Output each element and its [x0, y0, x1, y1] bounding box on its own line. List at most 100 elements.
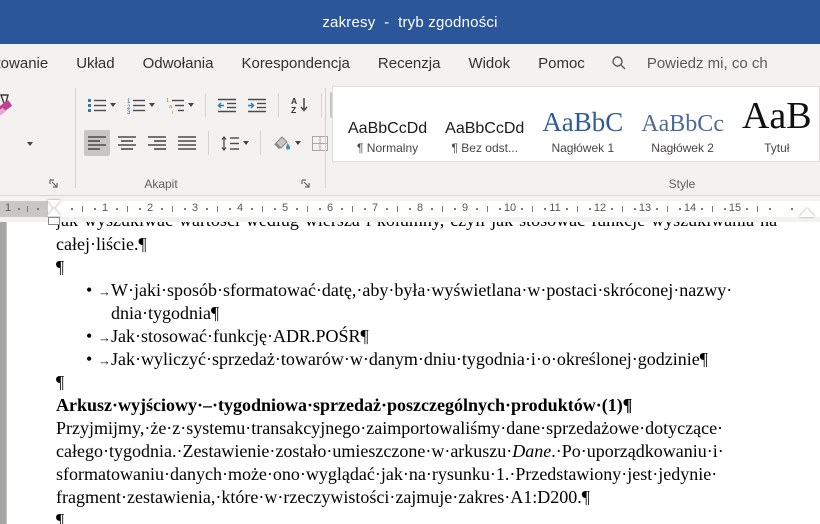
title-bar: zakresy - tryb zgodności	[0, 0, 820, 44]
style-label: ¶ Normalny	[357, 141, 419, 155]
ribbon-tab-recenzja[interactable]: Recenzja	[364, 55, 455, 72]
button-divider	[208, 131, 209, 155]
style-sample: AaBbCcDd	[348, 120, 428, 137]
ruler-tick	[139, 208, 141, 210]
first-line-indent-marker[interactable]	[47, 200, 61, 208]
akapit-dialog-launcher[interactable]	[300, 177, 314, 191]
ruler-number: 3	[191, 202, 199, 214]
ruler-tick	[82, 206, 83, 212]
multilevel-list-button[interactable]: 1ai	[162, 92, 197, 118]
ruler-tick	[71, 208, 73, 210]
ribbon: 1231aiAZ¶ Akapit AaBbCcDd¶ NormalnyAaBbC…	[0, 82, 820, 196]
text-segment: Arkusz·wyjściowy·–·tygodniowa·sprzedaż·p…	[56, 395, 633, 415]
ruler-tick	[487, 206, 488, 212]
group-divider	[325, 88, 326, 188]
document-page[interactable]: jak·wyszukiwać·wartości·według·wiersza·i…	[6, 222, 820, 524]
ruler-tick	[172, 206, 173, 212]
align-center-button[interactable]	[114, 130, 140, 156]
numbered-list-button[interactable]: 123	[123, 92, 158, 118]
bullet-list-line[interactable]: • →Jak·wyliczyć·sprzedaż·towarów·w·danym·…	[56, 348, 820, 371]
ruler-tick	[746, 208, 748, 210]
ruler-number: 15	[728, 202, 742, 214]
heading-line[interactable]: Arkusz·wyjściowy·–·tygodniowa·sprzedaż·p…	[56, 394, 820, 417]
text-line[interactable]: ¶	[56, 509, 820, 524]
ribbon-tab-widok[interactable]: Widok	[454, 55, 524, 72]
ruler-tick	[712, 206, 713, 212]
ribbon-tab-odwołania[interactable]: Odwołania	[129, 55, 228, 72]
clear-formatting-icon[interactable]	[0, 94, 17, 125]
text-line[interactable]: sformatowaniu·danych·może·ono·wyglądać·j…	[56, 463, 820, 486]
style-item-nagłówek1[interactable]: AaBbC Nagłówek 1	[533, 87, 632, 161]
justify-button[interactable]	[174, 130, 200, 156]
ribbon-tab-korespondencja[interactable]: Korespondencja	[227, 55, 363, 72]
shading-button[interactable]	[269, 130, 304, 156]
ruler-tick	[577, 206, 578, 212]
ruler-tick	[217, 206, 218, 212]
ribbon-tab-układ[interactable]: Układ	[62, 55, 128, 72]
ruler-tick	[161, 208, 163, 210]
ruler-number: 11	[549, 202, 561, 214]
style-label: ¶ Bez odst...	[451, 141, 518, 155]
tell-me-search[interactable]: Powiedz mi, co ch	[611, 55, 768, 72]
bullet-list-line[interactable]: dnia·tygodnia¶	[56, 302, 820, 325]
align-center-icon	[117, 135, 137, 151]
style-item-bezodst[interactable]: AaBbCcDd ¶ Bez odst...	[436, 87, 533, 161]
ruler-margin-number: 1	[4, 202, 12, 214]
text-line[interactable]: całej·liście.¶	[56, 233, 820, 256]
ruler-tick	[206, 208, 208, 210]
ruler-tick	[341, 208, 343, 210]
text-segment: Jak·stosować·funkcję·ADR.POŚR¶	[111, 326, 369, 346]
text-line[interactable]: ¶	[56, 371, 820, 394]
ruler-tick	[611, 208, 613, 210]
ruler-tick	[544, 208, 546, 210]
increase-indent-icon	[247, 97, 267, 114]
bullet-list-line[interactable]: • →Jak·stosować·funkcję·ADR.POŚR¶	[56, 325, 820, 348]
search-icon	[611, 55, 637, 71]
bullet-list-button[interactable]	[84, 92, 119, 118]
style-group-label: Style	[668, 177, 696, 191]
ribbon-tab-pomoc[interactable]: Pomoc	[524, 55, 599, 72]
style-item-nagłówek2[interactable]: AaBbCc Nagłówek 2	[632, 87, 733, 161]
ruler-number: 1	[101, 202, 109, 214]
chevron-down-icon	[188, 103, 194, 107]
align-right-button[interactable]	[144, 130, 170, 156]
font-dialog-launcher[interactable]	[48, 177, 62, 191]
align-left-button[interactable]	[84, 130, 110, 156]
horizontal-ruler[interactable]: 1 1 2 3 4 5 6 7 8 9 10 11 12 13 14 15	[0, 196, 820, 225]
line-spacing-icon	[220, 135, 240, 152]
hanging-indent-marker[interactable]	[47, 208, 61, 216]
ruler-tick	[634, 208, 636, 210]
ruler-tick	[386, 208, 388, 210]
text-segment: dnia·tygodnia¶	[111, 303, 220, 323]
text-line[interactable]: ¶	[56, 256, 820, 279]
ribbon-tab-projektowanie[interactable]: Projektowanie	[0, 55, 62, 72]
chevron-down-icon	[149, 103, 155, 107]
text-line[interactable]: fragment·zestawienia,·które·w·rzeczywist…	[56, 486, 820, 509]
text-line[interactable]: całego·tygodnia.·Zestawienie·zostało·umi…	[56, 440, 820, 463]
ruler-tick	[499, 208, 501, 210]
text-line[interactable]: jak·wyszukiwać·wartości·według·wiersza·i…	[56, 222, 820, 233]
ruler-tick	[251, 208, 253, 210]
style-gallery: AaBbCcDd ¶ Normalny AaBbCcDd ¶ Bez odst... A…	[332, 86, 820, 162]
right-indent-marker[interactable]	[799, 208, 815, 217]
chevron-down-icon[interactable]	[27, 142, 33, 146]
decrease-indent-button[interactable]	[214, 92, 240, 118]
text-line[interactable]: Przyjmijmy,·że·z·systemu·transakcyjnego·…	[56, 417, 820, 440]
line-spacing-button[interactable]	[217, 130, 252, 156]
button-divider	[205, 93, 206, 117]
increase-indent-button[interactable]	[244, 92, 270, 118]
bullet-list-line[interactable]: • →W·jaki·sposób·sformatować·datę,·aby·by…	[56, 279, 820, 302]
ruler-tick	[431, 208, 433, 210]
ruler-tick	[296, 208, 298, 210]
ruler-number: 4	[236, 202, 244, 214]
tab-character-mark: →	[98, 353, 111, 368]
ruler-active-area	[48, 201, 820, 217]
left-indent-marker[interactable]	[48, 217, 60, 225]
style-sample: AaBbC	[542, 107, 624, 137]
style-label: Tytuł	[764, 141, 790, 155]
style-item-normalny[interactable]: AaBbCcDd ¶ Normalny	[339, 87, 436, 161]
sort-button[interactable]: AZ	[287, 92, 313, 118]
style-item-tytuł[interactable]: AaB Tytuł	[733, 87, 819, 161]
text-segment: ¶	[56, 257, 65, 277]
tab-character-mark: →	[98, 284, 111, 299]
